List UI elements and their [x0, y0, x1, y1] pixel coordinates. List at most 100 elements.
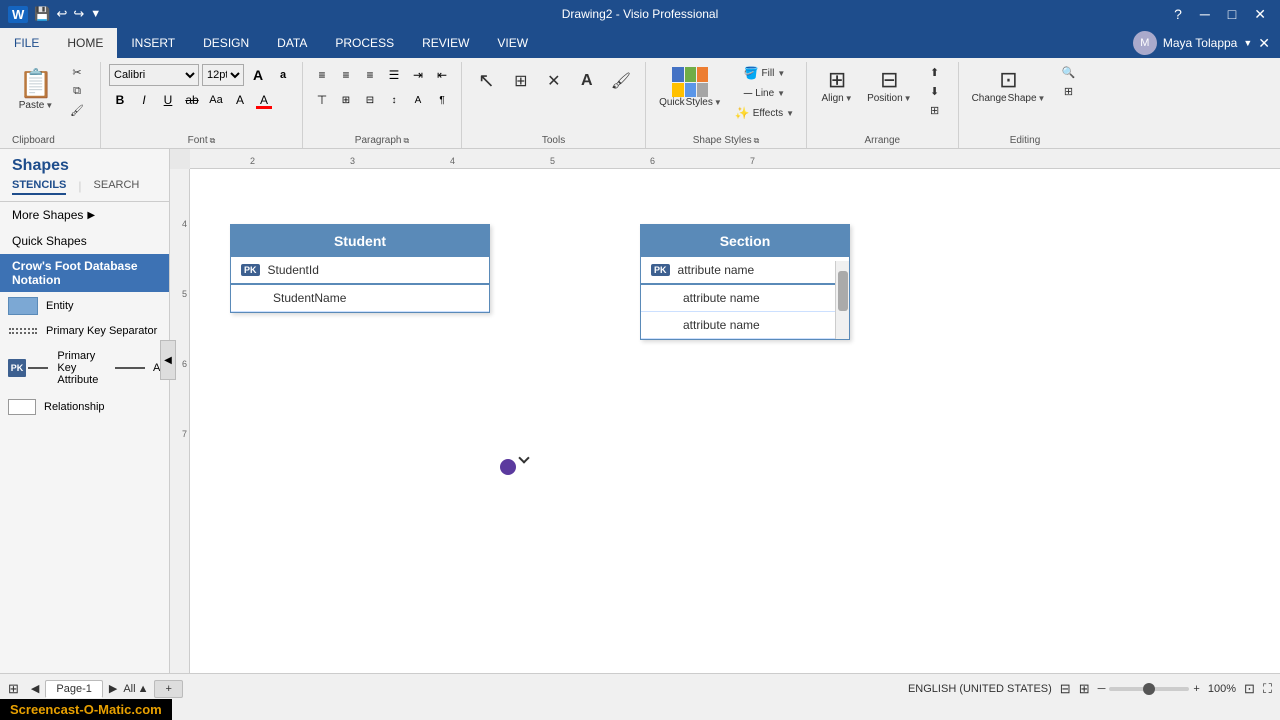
section-header[interactable]: Crow's Foot Database Notation [0, 254, 169, 292]
effects-button[interactable]: ✨ Effects ▼ [731, 104, 798, 122]
status-icon2[interactable]: ⊞ [1079, 681, 1090, 697]
close-btn[interactable]: ✕ [1248, 4, 1272, 25]
fit-page-icon[interactable]: ⊞ [8, 681, 19, 697]
format-painter2-button[interactable]: 🖌 [605, 67, 637, 95]
font-case-button[interactable]: Aa [205, 89, 227, 111]
arrange-more-button[interactable]: ⊞ [920, 102, 950, 119]
text-tool-button[interactable]: A [572, 68, 602, 94]
font-size-increase-button[interactable]: A [229, 89, 251, 111]
redo-icon[interactable]: ↪ [73, 6, 84, 22]
zoom-in-btn[interactable]: + [1193, 683, 1199, 695]
page-1-tab[interactable]: Page-1 [45, 680, 102, 698]
font-color-button[interactable]: A [253, 89, 275, 111]
menu-file[interactable]: FILE [0, 28, 53, 58]
zoom-level[interactable]: 100% [1208, 683, 1236, 695]
fit-window-btn[interactable]: ⊡ [1244, 681, 1255, 697]
section-table[interactable]: Section PK attribute name attribute name… [640, 224, 850, 340]
student-table-name-row[interactable]: StudentName [231, 285, 489, 312]
panel-collapse-button[interactable]: ◀ [160, 340, 176, 380]
font-size-select[interactable]: 12pt. [202, 64, 244, 86]
add-page-btn[interactable]: + [154, 680, 182, 698]
underline-button[interactable]: U [157, 89, 179, 111]
zoom-out-btn[interactable]: ─ [1098, 683, 1106, 695]
canvas-area[interactable]: 2 3 4 5 6 7 4 5 6 7 Student PK StudentId [170, 149, 1280, 673]
close-user-panel[interactable]: ✕ [1258, 35, 1270, 52]
prev-page-btn[interactable]: ◀ [31, 682, 39, 695]
shape-item-pk-attr[interactable]: PK Primary KeyAttribute [8, 346, 107, 390]
editing-more-button[interactable]: ⊞ [1053, 83, 1083, 100]
align-left-button[interactable]: ≡ [311, 64, 333, 86]
all-pages-btn[interactable]: All ▲ [123, 683, 148, 695]
quick-styles-button[interactable]: Quick Styles ▼ [654, 64, 727, 111]
menu-insert[interactable]: INSERT [117, 28, 189, 58]
menu-data[interactable]: DATA [263, 28, 321, 58]
cut-button[interactable]: ✂ [62, 64, 92, 81]
indent-button[interactable]: ⇥ [407, 64, 429, 86]
pointer-tool-button[interactable]: ↖ [470, 64, 503, 97]
tab-search[interactable]: SEARCH [94, 179, 140, 195]
menu-design[interactable]: DESIGN [189, 28, 263, 58]
shape-item-pk-separator[interactable]: Primary Key Separator [0, 320, 169, 342]
tab-stencils[interactable]: STENCILS [12, 179, 66, 195]
student-table-pk-row[interactable]: PK StudentId [231, 257, 489, 285]
paragraph-format-button[interactable]: ¶ [431, 89, 453, 111]
line-button[interactable]: ─ Line ▼ [731, 84, 798, 102]
status-icon1[interactable]: ⊟ [1060, 681, 1071, 697]
fill-button[interactable]: 🪣 Fill ▼ [731, 64, 798, 82]
menu-review[interactable]: REVIEW [408, 28, 483, 58]
paragraph-expand[interactable]: ⧉ [403, 136, 409, 146]
shrink-font-button[interactable]: a [272, 64, 294, 86]
shape-item-entity[interactable]: Entity [0, 292, 169, 320]
zoom-bar[interactable] [1109, 687, 1189, 691]
copy-button[interactable]: ⧉ [62, 83, 92, 100]
section-table-attr2-row[interactable]: attribute name [641, 285, 849, 312]
list-button[interactable]: ☰ [383, 64, 405, 86]
font-name-select[interactable]: Calibri [109, 64, 199, 86]
text-format-button[interactable]: A [407, 89, 429, 111]
paste-button[interactable]: 📋 Paste ▼ [12, 64, 60, 114]
align-center-button[interactable]: ≡ [335, 64, 357, 86]
find-replace-button[interactable]: 🔍 [1053, 64, 1083, 81]
bring-forward-button[interactable]: ⬆ [920, 64, 950, 81]
student-table[interactable]: Student PK StudentId StudentName [230, 224, 490, 313]
zoom-slider[interactable]: ─ + [1098, 683, 1200, 695]
quick-shapes-menu[interactable]: Quick Shapes [0, 228, 169, 254]
drawing-canvas[interactable]: Student PK StudentId StudentName Section… [190, 169, 1280, 673]
align-button[interactable]: ⊞ Align ▼ [815, 64, 859, 107]
delete-tool-button[interactable]: ✕ [539, 67, 569, 95]
font-expand[interactable]: ⧉ [210, 136, 216, 146]
next-page-btn[interactable]: ▶ [109, 682, 117, 695]
connector-tool-button[interactable]: ⊞ [506, 67, 536, 95]
menu-home[interactable]: HOME [53, 28, 117, 58]
section-table-attr1-row[interactable]: PK attribute name [641, 257, 849, 285]
italic-button[interactable]: I [133, 89, 155, 111]
section-scrollbar[interactable] [835, 261, 849, 339]
valign-middle-button[interactable]: ⊞ [335, 89, 357, 111]
bold-button[interactable]: B [109, 89, 131, 111]
maximize-btn[interactable]: □ [1222, 4, 1242, 24]
format-painter-button[interactable]: 🖌 [62, 102, 92, 119]
strikethrough-button[interactable]: ab [181, 89, 203, 111]
line-spacing-button[interactable]: ↕ [383, 89, 405, 111]
menu-process[interactable]: PROCESS [321, 28, 408, 58]
user-dropdown[interactable]: ▼ [1243, 38, 1252, 48]
undo-icon[interactable]: ↩ [56, 6, 67, 22]
change-shape-button[interactable]: ⊡ Change Shape ▼ [967, 64, 1051, 107]
valign-bottom-button[interactable]: ⊟ [359, 89, 381, 111]
section-table-attr3-row[interactable]: attribute name [641, 312, 849, 339]
customize-icon[interactable]: ▼ [90, 8, 101, 20]
shape-item-relationship[interactable]: Relationship [0, 394, 169, 420]
outdent-button[interactable]: ⇤ [431, 64, 453, 86]
user-name[interactable]: Maya Tolappa [1163, 36, 1238, 50]
valign-top-button[interactable]: ⊤ [311, 89, 333, 111]
fullscreen-btn[interactable]: ⛶ [1263, 681, 1272, 697]
align-right-button[interactable]: ≡ [359, 64, 381, 86]
quick-save-icon[interactable]: 💾 [34, 6, 50, 22]
send-backward-button[interactable]: ⬇ [920, 83, 950, 100]
shape-styles-expand[interactable]: ⧉ [754, 136, 760, 146]
position-button[interactable]: ⊟ Position ▼ [862, 64, 917, 107]
help-btn[interactable]: ? [1168, 4, 1188, 24]
menu-view[interactable]: VIEW [483, 28, 542, 58]
minimize-btn[interactable]: ─ [1194, 4, 1216, 24]
grow-font-button[interactable]: A [247, 64, 269, 86]
